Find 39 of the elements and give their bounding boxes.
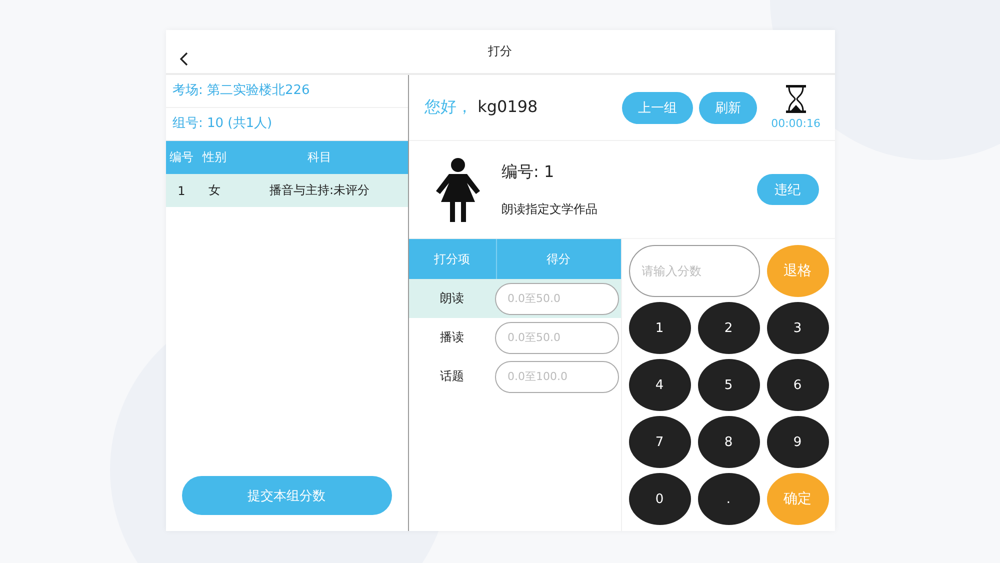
exam-venue: 考场: 第二实验楼北226 [166,75,408,108]
keypad-key[interactable]: 1 [628,302,690,354]
keypad-key[interactable]: 5 [698,359,760,411]
column-header: 性别 [201,149,228,166]
female-person-icon [434,158,482,222]
hourglass-icon [784,85,807,113]
keypad-key[interactable]: 8 [698,416,760,468]
keypad-key[interactable]: 3 [766,302,828,354]
back-icon[interactable] [178,52,188,66]
keypad-key[interactable]: 4 [628,359,690,411]
page-title: 打分 [488,43,512,60]
keypad-key[interactable]: 2 [698,302,760,354]
keypad-key[interactable]: 7 [628,416,690,468]
column-header: 编号 [168,149,194,166]
keypad-key[interactable]: 0 [628,473,690,525]
keypad-key[interactable]: 6 [766,359,828,411]
greeting: 您好， [424,97,472,116]
keypad-key[interactable]: . [698,473,760,525]
exam-task: 朗读指定文学作品 [502,200,598,218]
score-input[interactable]: 0.0至100.0 [494,360,618,392]
score-item: 播读 [439,329,465,346]
score-row[interactable]: 话题 0.0至100.0 [408,357,620,396]
table-cell-text: 1 [176,184,186,198]
score-input[interactable]: 0.0至50.0 [494,322,618,354]
column-header: 得分 [546,250,572,268]
keypad-key[interactable]: 9 [766,416,828,468]
elapsed-time: 00:00:16 [771,117,820,130]
table-cell-text: 播音与主持:未评分 [268,182,371,199]
table-cell-text: 女 [208,182,222,199]
score-entry-field[interactable]: 请输入分数 [628,245,760,297]
username: kg0198 [478,97,538,116]
score-item: 朗读 [439,290,465,307]
score-row[interactable]: 播读 0.0至50.0 [408,318,620,357]
score-row[interactable]: 朗读 0.0至50.0 [408,279,620,318]
score-item: 话题 [439,368,465,385]
column-header: 科目 [306,149,332,166]
score-input[interactable]: 0.0至50.0 [494,282,618,314]
student-row[interactable]: 1 女 播音与主持:未评分 [166,174,408,207]
student-number: 编号: 1 [502,162,556,182]
